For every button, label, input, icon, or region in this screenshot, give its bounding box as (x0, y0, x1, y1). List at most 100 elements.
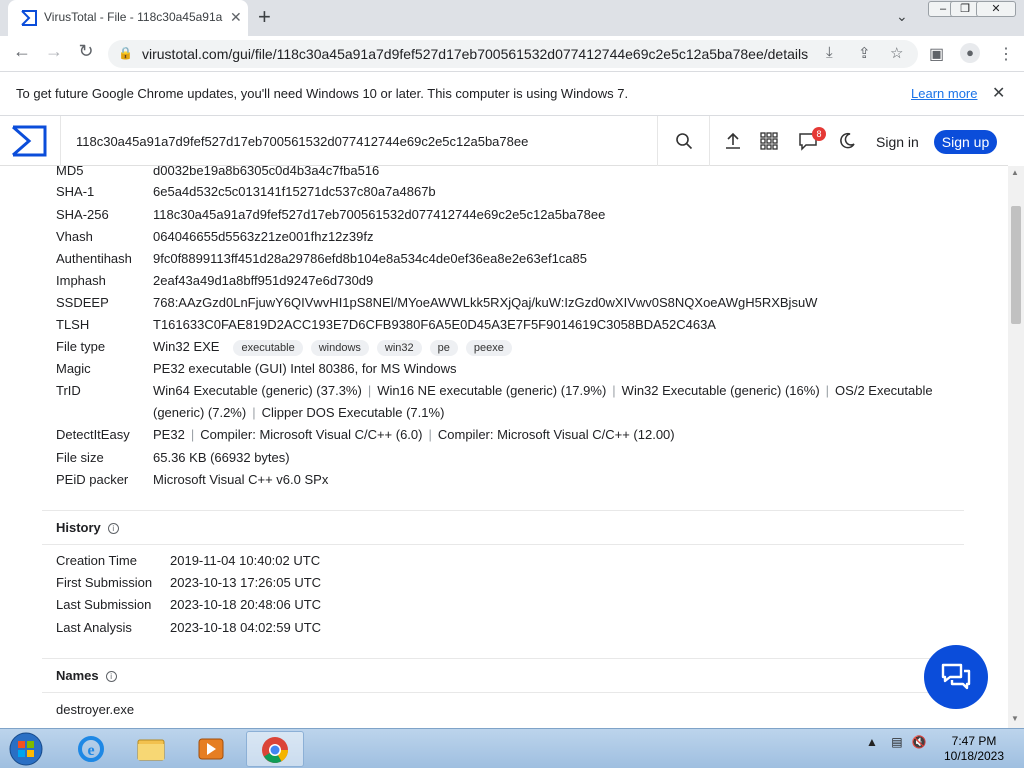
upload-icon[interactable] (724, 132, 742, 150)
peid-packer-value: Microsoft Visual C++ v6.0 SPx (153, 472, 329, 487)
browser-toolbar: ← → ↻ 🔒 virustotal.com/gui/file/118c30a4… (0, 36, 1024, 72)
imphash-label: Imphash (56, 273, 106, 288)
infobar-message: To get future Google Chrome updates, you… (16, 86, 629, 101)
section-divider (42, 658, 964, 659)
file-type-tag[interactable]: executable (233, 340, 303, 356)
taskbar-clock[interactable]: 7:47 PM 10/18/2023 (936, 734, 1012, 764)
creation-time-value: 2019-11-04 10:40:02 UTC (170, 553, 321, 568)
sha1-value: 6e5a4d532c5c013141f15271dc537c80a7a4867b (153, 184, 436, 199)
apps-grid-icon[interactable] (760, 132, 778, 150)
media-player-taskbar-icon[interactable] (182, 731, 240, 767)
scroll-down-arrow-icon[interactable]: ▼ (1011, 714, 1019, 723)
file-type-tag[interactable]: windows (310, 340, 369, 356)
file-explorer-taskbar-icon[interactable] (122, 731, 180, 767)
page-scrollbar[interactable]: ▲ ▼ (1008, 166, 1024, 728)
reload-icon[interactable]: ↻ (74, 41, 98, 62)
creation-time-label: Creation Time (56, 553, 137, 568)
chat-support-button[interactable] (924, 645, 988, 709)
address-bar-url[interactable]: virustotal.com/gui/file/118c30a45a91a7d9… (142, 46, 808, 62)
history-section-title: History i (56, 520, 119, 535)
windows-start-orb-icon[interactable] (4, 730, 48, 768)
die-entry: Compiler: Microsoft Visual C/C++ (12.00) (437, 427, 675, 442)
first-submission-value: 2023-10-13 17:26:05 UTC (170, 575, 322, 590)
install-app-icon[interactable]: ⤓ (826, 44, 833, 61)
search-icon (676, 133, 693, 150)
info-icon[interactable]: i (105, 671, 117, 682)
chrome-menu-icon[interactable]: ⋮ (998, 44, 1014, 64)
die-entry: Compiler: Microsoft Visual C/C++ (6.0) (200, 427, 423, 442)
system-tray: ▲ ▤ 🔇 (866, 735, 927, 749)
first-submission-label: First Submission (56, 575, 153, 590)
internet-explorer-taskbar-icon[interactable]: e (62, 731, 120, 767)
infobar-close-icon[interactable]: ✕ (992, 83, 1005, 103)
trid-values-line-1: Win64 Executable (generic) (37.3%) | Win16… (153, 383, 933, 398)
trid-entry: Win32 Executable (generic) (16%) (621, 383, 820, 398)
search-button[interactable] (658, 116, 710, 166)
scrollbar-thumb[interactable] (1011, 206, 1021, 324)
md5-value: d0032be19a8b6305c0d4b3a4c7fba516 (153, 166, 380, 178)
windows-taskbar: e ▲ ▤ 🔇 7:47 PM 10/18/2023 (0, 728, 1024, 768)
file-type-tag[interactable]: win32 (376, 340, 422, 356)
side-panel-icon[interactable]: ▣ (929, 44, 944, 64)
last-analysis-label: Last Analysis (56, 620, 132, 635)
scroll-up-arrow-icon[interactable]: ▲ (1011, 168, 1019, 177)
lock-icon: 🔒 (118, 46, 133, 60)
virustotal-favicon-icon (21, 10, 37, 26)
profile-avatar-icon[interactable]: ● (960, 43, 980, 63)
learn-more-link[interactable]: Learn more (911, 86, 977, 101)
bookmark-star-icon[interactable]: ☆ (890, 44, 903, 62)
last-submission-value: 2023-10-18 20:48:06 UTC (170, 597, 322, 612)
file-type-label: File type (56, 339, 106, 354)
tab-title: VirusTotal - File - 118c30a45a91a (44, 10, 223, 24)
authentihash-value: 9fc0f8899113ff451d28a29786efd8b104e8a534… (153, 251, 588, 266)
sign-in-link[interactable]: Sign in (876, 134, 919, 150)
file-size-value: 65.36 KB (66932 bytes) (153, 450, 290, 465)
chrome-taskbar-icon[interactable] (246, 731, 304, 767)
notification-count-badge: 8 (812, 127, 826, 141)
ssdeep-value: 768:AAzGzd0LnFjuwY6QIVwvHI1pS8NEl/MYoeAW… (153, 295, 818, 310)
trid-entry: (generic) (7.2%) (153, 405, 247, 420)
forward-arrow-icon[interactable]: → (42, 41, 66, 62)
tlsh-label: TLSH (56, 317, 90, 332)
share-icon[interactable]: ⇪ (858, 44, 871, 62)
browser-tab-virustotal[interactable]: VirusTotal - File - 118c30a45a91a ✕ (8, 0, 248, 36)
virustotal-logo-icon[interactable] (10, 124, 48, 158)
section-divider (42, 510, 964, 511)
network-icon[interactable]: ▤ (891, 735, 902, 749)
chat-bubbles-icon (941, 663, 971, 690)
tab-search-chevron-icon[interactable]: ⌄ (896, 8, 908, 25)
file-type-tag[interactable]: peexe (465, 340, 512, 356)
file-details-content: MD5 d0032be19a8b6305c0d4b3a4c7fba516 SHA… (0, 166, 1008, 728)
sha256-label: SHA-256 (56, 207, 109, 222)
chrome-update-infobar: To get future Google Chrome updates, you… (0, 72, 1024, 116)
file-type-tag[interactable]: pe (429, 340, 458, 356)
last-analysis-value: 2023-10-18 04:02:59 UTC (170, 620, 322, 635)
show-hidden-icons-icon[interactable]: ▲ (866, 735, 878, 749)
die-entry: PE32 (153, 427, 185, 442)
tab-close-icon[interactable]: ✕ (230, 9, 242, 26)
magic-label: Magic (56, 361, 91, 376)
trid-entry: OS/2 Executable (835, 383, 933, 398)
virustotal-header: 118c30a45a91a7d9fef527d17eb700561532d077… (0, 116, 1008, 166)
close-window-button[interactable]: ✕ (976, 1, 1016, 17)
imphash-value: 2eaf43a49d1a8bff951d9247e6d730d9 (153, 273, 374, 288)
clock-time: 7:47 PM (951, 734, 997, 748)
file-size-label: File size (56, 450, 104, 465)
names-title-text: Names (56, 668, 99, 683)
dark-mode-moon-icon[interactable] (838, 132, 856, 150)
svg-text:e: e (87, 742, 94, 759)
sha256-value: 118c30a45a91a7d9fef527d17eb700561532d077… (153, 207, 606, 222)
md5-label: MD5 (56, 166, 84, 178)
search-input[interactable]: 118c30a45a91a7d9fef527d17eb700561532d077… (60, 116, 658, 166)
new-tab-button[interactable]: + (258, 5, 271, 29)
names-section-title: Names i (56, 668, 117, 683)
volume-muted-icon[interactable]: 🔇 (912, 735, 927, 749)
info-icon[interactable]: i (107, 523, 119, 534)
sign-up-button[interactable]: Sign up (934, 130, 997, 154)
trid-entry: Win64 Executable (generic) (37.3%) (153, 383, 362, 398)
magic-value: PE32 executable (GUI) Intel 80386, for M… (153, 361, 457, 376)
vhash-label: Vhash (56, 229, 93, 244)
search-input-value[interactable]: 118c30a45a91a7d9fef527d17eb700561532d077… (76, 134, 528, 149)
address-bar[interactable]: 🔒 virustotal.com/gui/file/118c30a45a91a7… (108, 40, 918, 68)
back-arrow-icon[interactable]: ← (10, 41, 34, 62)
